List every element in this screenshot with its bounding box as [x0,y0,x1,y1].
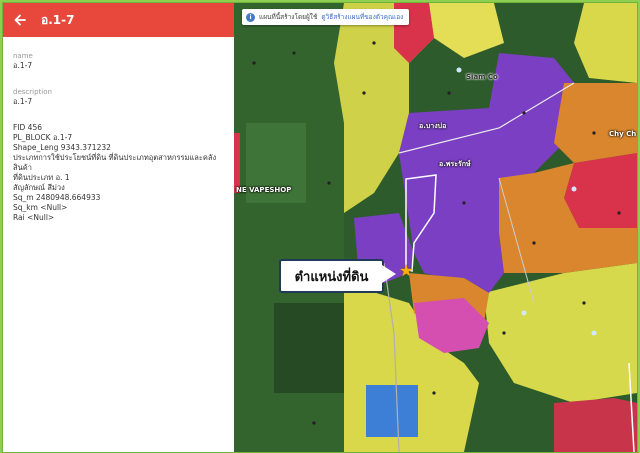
description-label: description [13,88,52,96]
attribute-pl-block: PL_BLOCK อ.1-7 [13,133,73,142]
attribute-land-use-cont: สินค้า [13,163,32,172]
attribute-land-use: ประเภทการใช้ประโยชน์ที่ดิน ที่ดินประเภทอ… [13,153,217,162]
app-frame: อ.1-7 name อ.1-7 description อ.1-7 FID 4… [2,2,638,453]
map-canvas[interactable]: i แผนที่นี้สร้างโดยผู้ใช้ ดูวิธีสร้างแผน… [234,3,637,452]
description-value: อ.1-7 [13,97,33,106]
location-callout: ตำแหน่งที่ดิน [279,259,384,293]
map-label-road-2: อ.พระรักษ์ [439,160,471,168]
attribute-fid: FID 456 [13,123,43,132]
name-label: name [13,52,33,60]
zone-blue [366,385,418,437]
attribute-land-type: ที่ดินประเภท อ. 1 [13,173,70,182]
feature-panel: อ.1-7 name อ.1-7 description อ.1-7 FID 4… [3,3,235,452]
zone-red-se [554,398,637,452]
location-star-icon[interactable]: ★ [399,263,413,279]
field-patch-south [274,303,344,393]
panel-title: อ.1-7 [41,12,75,27]
callout-arrow [382,265,396,283]
map-label-place-2: Chy Ch [609,130,637,138]
panel-header: อ.1-7 [3,3,234,37]
attribute-rai: Rai <Null> [13,213,55,222]
panel-content: name อ.1-7 description อ.1-7 FID 456 PL_… [3,37,234,223]
attribute-sq-km: Sq_km <Null> [13,203,68,212]
attribute-symbol: สัญลักษณ์ สีม่วง [13,183,65,192]
attribute-sq-m: Sq_m 2480948.664933 [13,193,101,202]
map-label-place-3: Siam Co [466,73,498,81]
notice-link[interactable]: ดูวิธีสร้างแผนที่ของตัวคุณเอง [321,12,403,22]
map-notice: i แผนที่นี้สร้างโดยผู้ใช้ ดูวิธีสร้างแผน… [242,9,410,25]
info-icon: i [246,12,255,22]
attribute-shape-leng: Shape_Leng 9343.371232 [13,143,111,152]
zoning-map [234,3,637,452]
map-label-road-1: อ.บางบ่อ [419,122,447,130]
map-label-place-1: NE VAPESHOP [236,186,292,194]
notice-text: แผนที่นี้สร้างโดยผู้ใช้ [259,13,318,21]
zone-red-edge [234,133,240,193]
name-value: อ.1-7 [13,61,33,70]
back-arrow-icon[interactable] [3,3,37,37]
attribute-list: FID 456 PL_BLOCK อ.1-7 Shape_Leng 9343.3… [13,123,224,223]
zone-orange-ne [554,83,637,163]
